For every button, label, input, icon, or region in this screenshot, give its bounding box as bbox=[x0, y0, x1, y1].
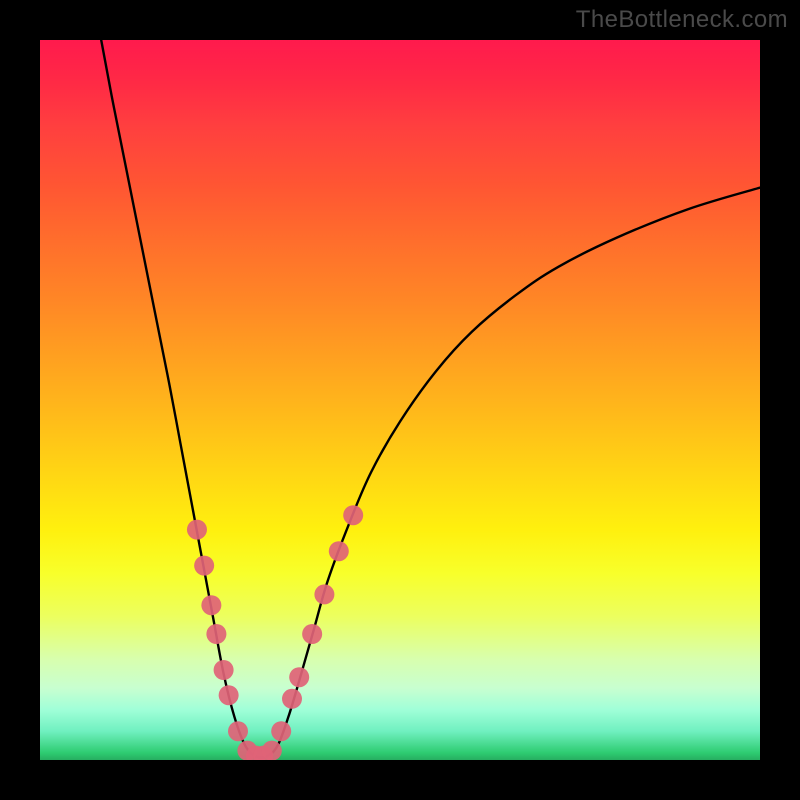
chart-svg bbox=[40, 40, 760, 760]
marker-group bbox=[187, 505, 363, 760]
marker-dot bbox=[219, 685, 239, 705]
marker-dot bbox=[329, 541, 349, 561]
watermark-text: TheBottleneck.com bbox=[576, 6, 788, 34]
marker-dot bbox=[262, 741, 282, 760]
marker-dot bbox=[201, 595, 221, 615]
bottleneck-curve bbox=[101, 40, 760, 758]
marker-dot bbox=[194, 556, 214, 576]
marker-dot bbox=[206, 624, 226, 644]
marker-dot bbox=[187, 520, 207, 540]
marker-dot bbox=[214, 660, 234, 680]
plot-area bbox=[40, 40, 760, 760]
marker-dot bbox=[282, 689, 302, 709]
marker-dot bbox=[302, 624, 322, 644]
chart-frame: TheBottleneck.com bbox=[0, 0, 800, 800]
marker-dot bbox=[343, 505, 363, 525]
marker-dot bbox=[314, 584, 334, 604]
marker-dot bbox=[289, 667, 309, 687]
marker-dot bbox=[271, 721, 291, 741]
marker-dot bbox=[228, 721, 248, 741]
